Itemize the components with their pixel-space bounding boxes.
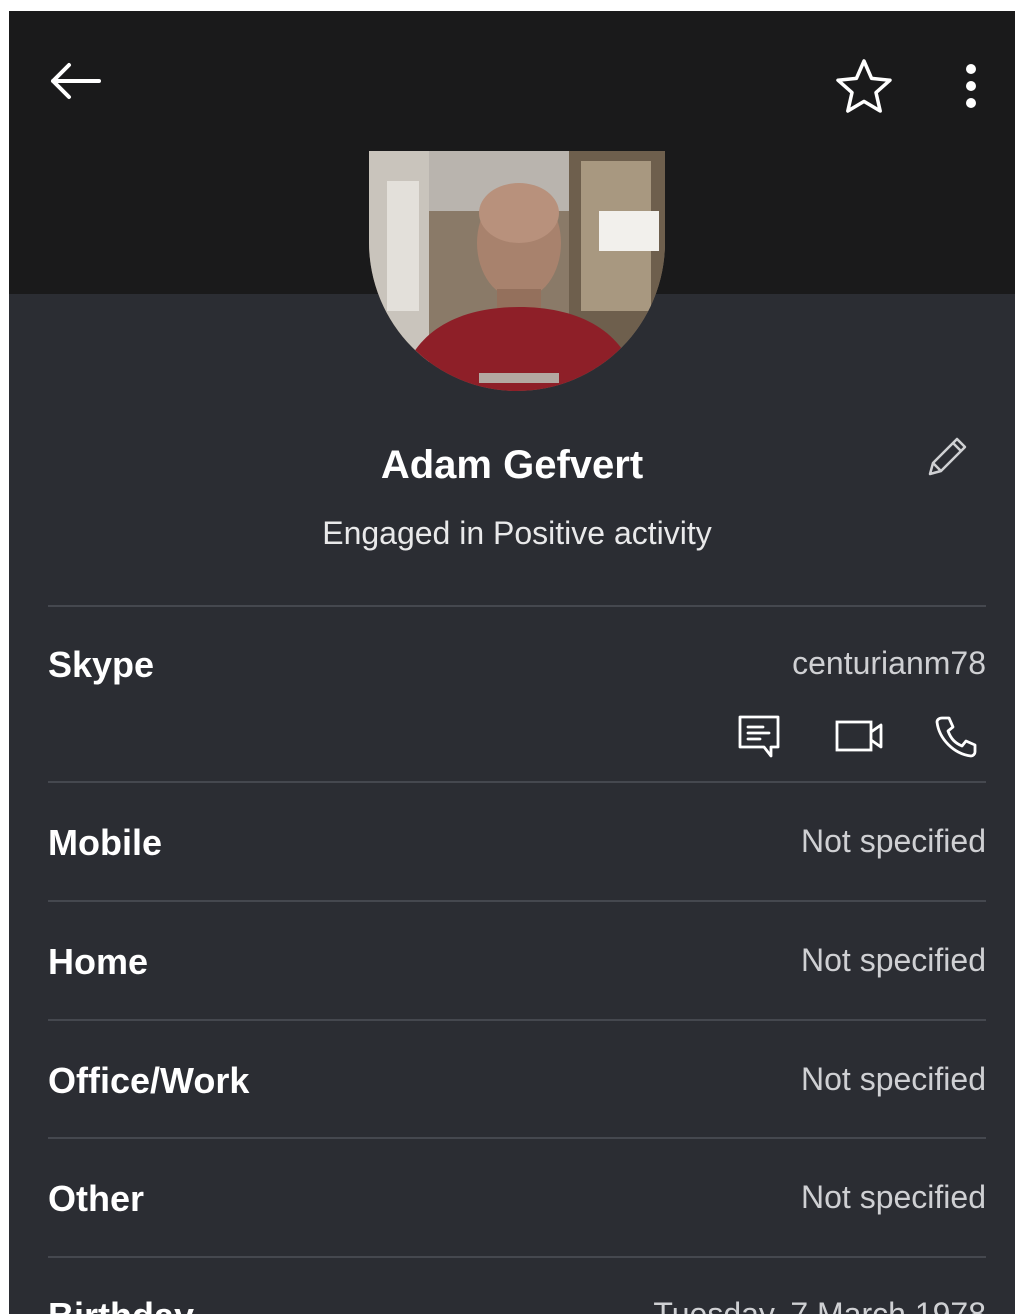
mobile-value[interactable]: Not specified xyxy=(801,821,986,861)
home-label: Home xyxy=(48,941,149,982)
avatar[interactable] xyxy=(369,151,665,391)
birthday-value[interactable]: Tuesday, 7 March 1978 xyxy=(653,1294,986,1314)
skype-label: Skype xyxy=(48,644,155,685)
divider xyxy=(48,1137,986,1139)
contact-name: Adam Gefvert xyxy=(380,443,644,487)
other-label: Other xyxy=(48,1178,145,1219)
contact-status: Engaged in Positive activity xyxy=(322,515,712,551)
favorite-button[interactable] xyxy=(829,53,899,119)
divider xyxy=(48,1256,986,1258)
divider xyxy=(48,1019,986,1021)
office-work-value[interactable]: Not specified xyxy=(801,1059,986,1099)
divider xyxy=(48,900,986,902)
more-options-button[interactable] xyxy=(951,53,991,119)
avatar-photo xyxy=(369,151,665,391)
other-value[interactable]: Not specified xyxy=(801,1177,986,1217)
divider xyxy=(48,605,986,607)
back-button[interactable] xyxy=(45,51,105,111)
birthday-label: Birthday xyxy=(48,1294,194,1314)
chat-icon xyxy=(738,715,780,758)
chat-button[interactable] xyxy=(731,708,787,764)
more-vertical-icon xyxy=(966,64,976,108)
divider xyxy=(48,781,986,783)
phone-call-icon xyxy=(935,716,977,758)
star-icon xyxy=(836,59,892,113)
office-work-label: Office/Work xyxy=(48,1060,250,1101)
phone-call-button[interactable] xyxy=(929,708,985,764)
video-call-icon xyxy=(835,720,883,752)
home-value[interactable]: Not specified xyxy=(801,940,986,980)
back-arrow-icon xyxy=(51,63,101,99)
mobile-label: Mobile xyxy=(48,822,162,863)
skype-value[interactable]: centurianm78 xyxy=(792,643,986,683)
video-call-button[interactable] xyxy=(831,708,887,764)
contact-profile-screen: Adam Gefvert Engaged in Positive activit… xyxy=(9,11,1015,1314)
